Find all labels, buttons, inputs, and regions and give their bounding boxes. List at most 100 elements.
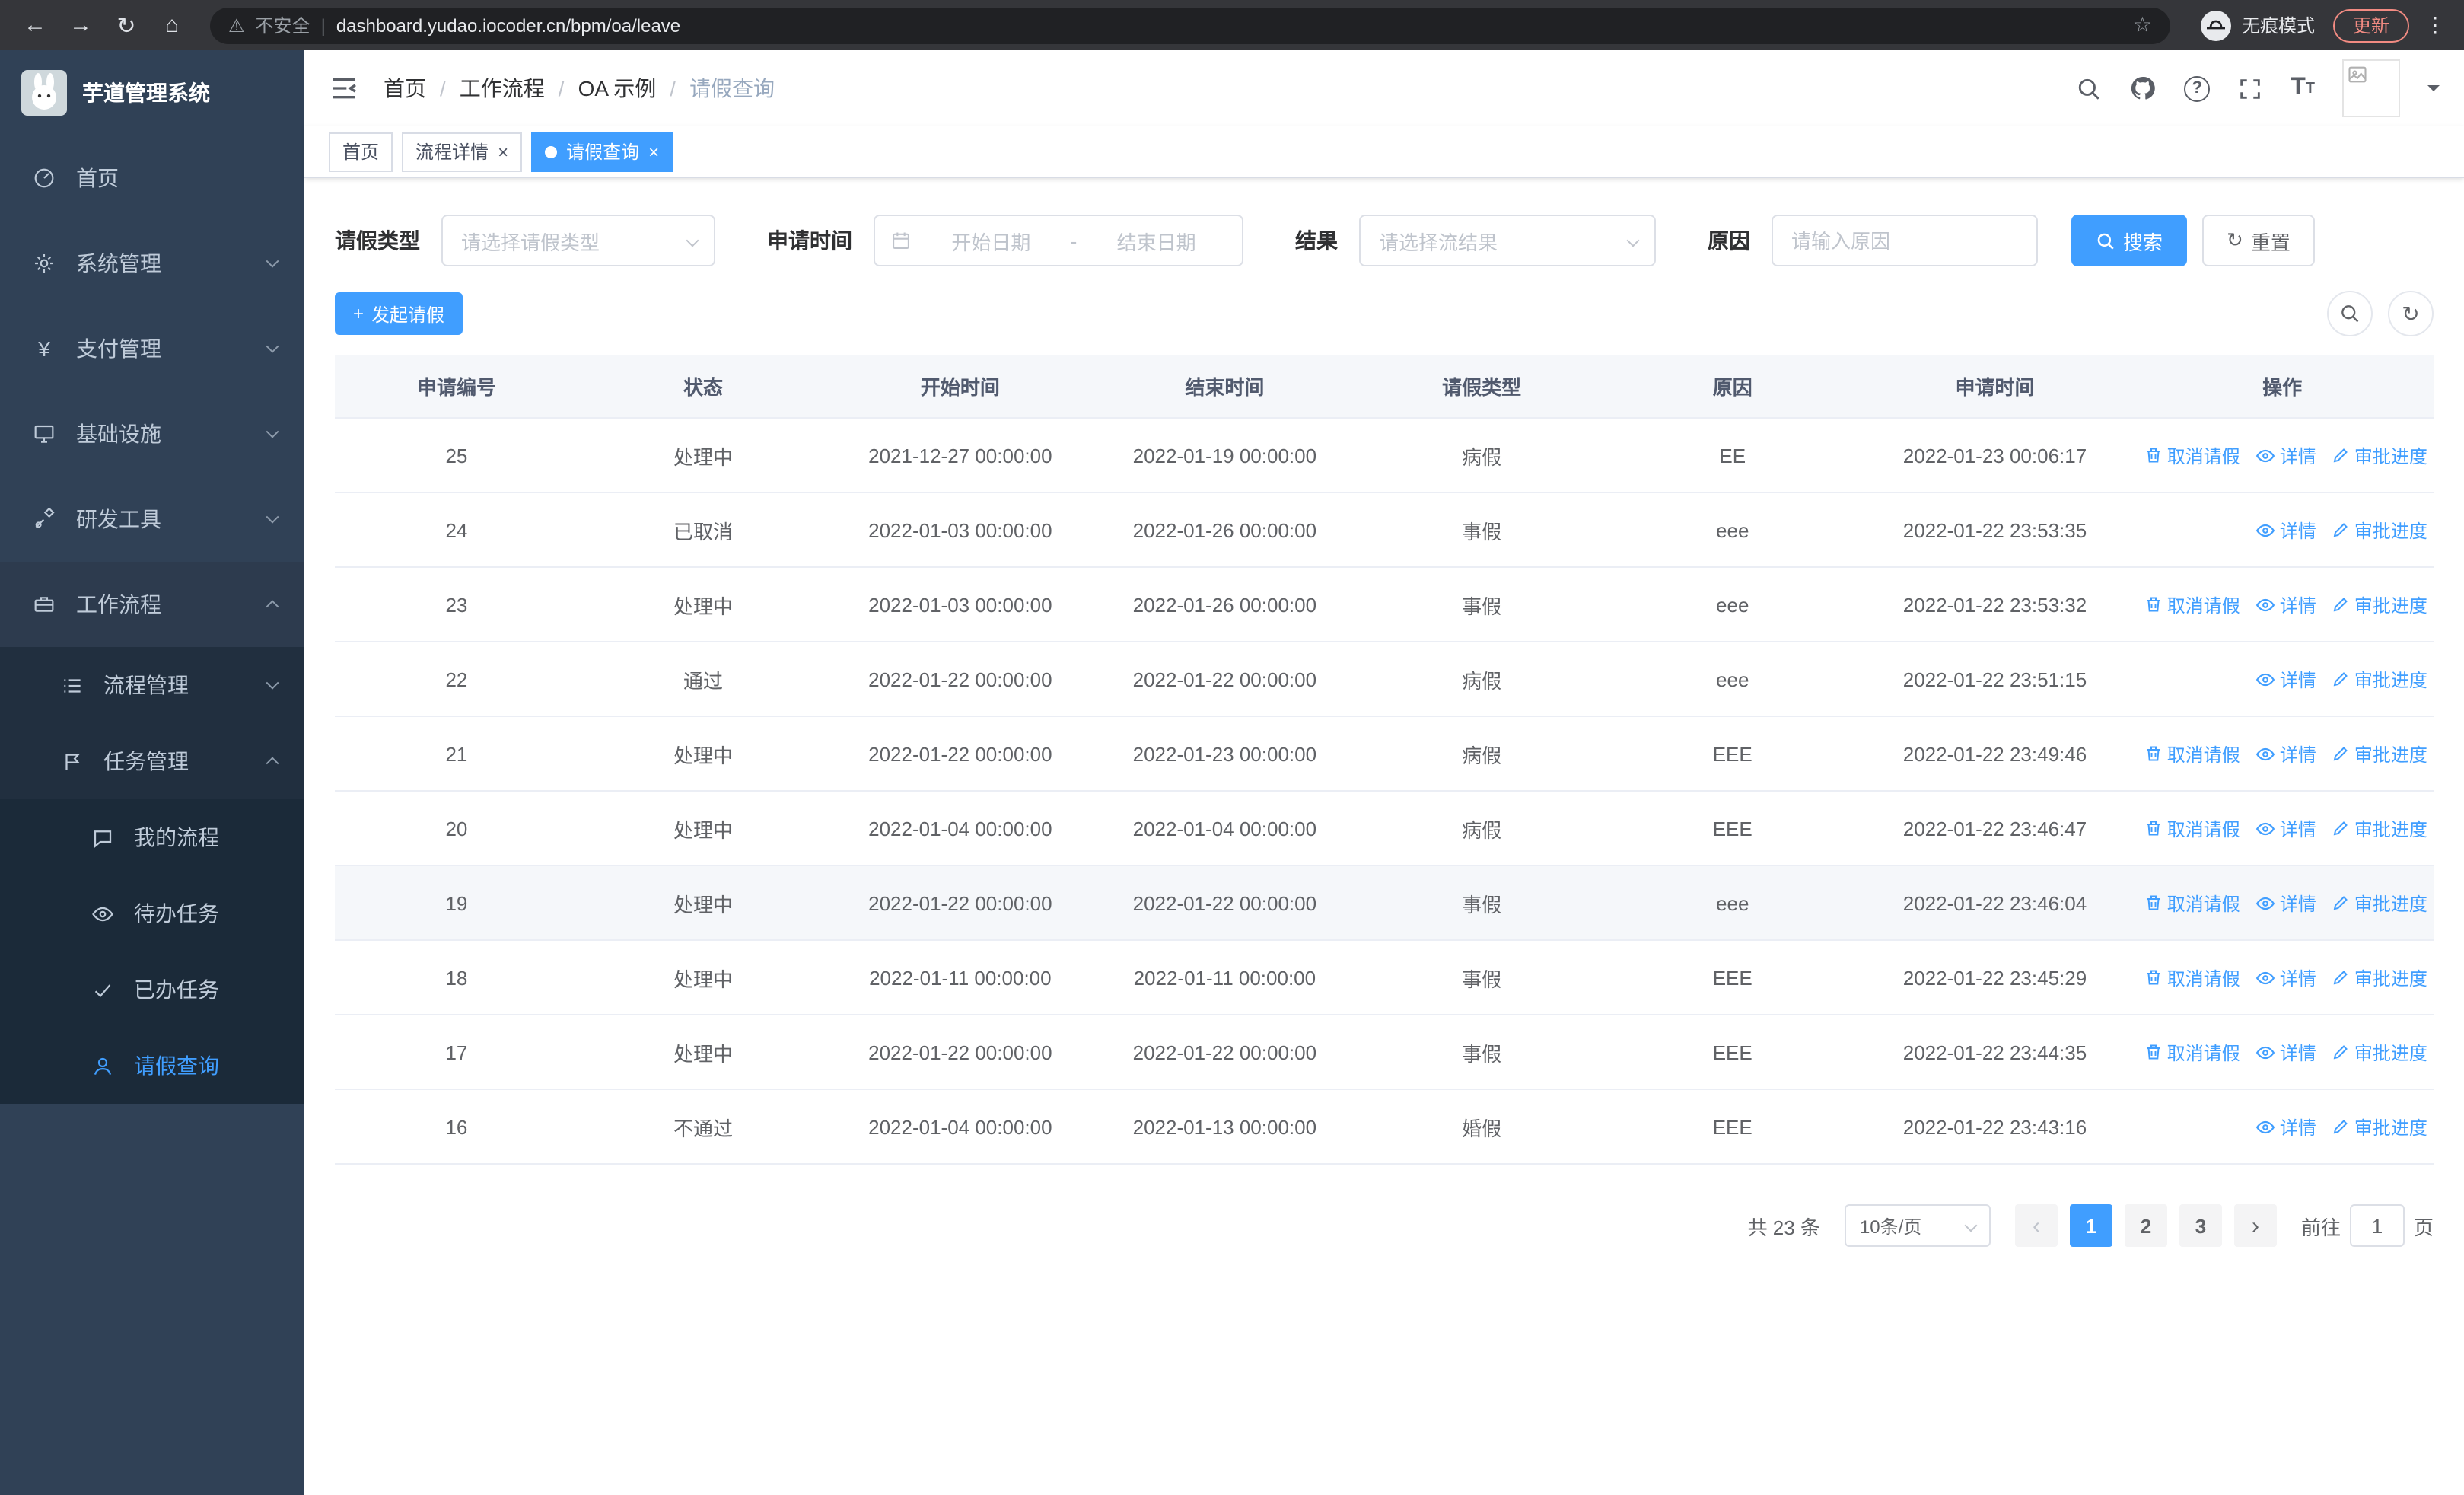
- progress-action-link[interactable]: 审批进度: [2332, 815, 2427, 841]
- result-placeholder: 请选择流结果: [1379, 231, 1498, 253]
- cancel-action-link[interactable]: 取消请假: [2144, 964, 2240, 990]
- progress-action-link[interactable]: 审批进度: [2332, 964, 2427, 990]
- address-bar[interactable]: ⚠ 不安全 | dashboard.yudao.iocoder.cn/bpm/o…: [210, 7, 2170, 43]
- font-size-icon[interactable]: TT: [2291, 75, 2315, 102]
- detail-action-link[interactable]: 详情: [2255, 1039, 2316, 1065]
- detail-action-link[interactable]: 详情: [2255, 591, 2316, 617]
- sidebar-item-leave-query[interactable]: 请假查询: [0, 1028, 304, 1104]
- result-select[interactable]: 请选择流结果: [1359, 215, 1656, 266]
- detail-action-link[interactable]: 详情: [2255, 517, 2316, 543]
- detail-action-link[interactable]: 详情: [2255, 815, 2316, 841]
- chevron-down-icon: [266, 425, 279, 438]
- home-icon[interactable]: ⌂: [152, 5, 192, 45]
- eye-icon: [2255, 971, 2275, 984]
- bookmark-star-icon[interactable]: ☆: [2133, 12, 2152, 38]
- toggle-search-button[interactable]: [2327, 291, 2373, 336]
- page-button-2[interactable]: 2: [2124, 1204, 2167, 1247]
- avatar[interactable]: [2342, 59, 2400, 117]
- goto-page-input[interactable]: [2349, 1204, 2405, 1247]
- tab-leave-query[interactable]: 请假查询 ×: [531, 132, 673, 171]
- cancel-action-link[interactable]: 取消请假: [2144, 741, 2240, 767]
- fullscreen-icon[interactable]: [2237, 75, 2263, 101]
- detail-action-link[interactable]: 详情: [2255, 890, 2316, 916]
- edit-icon: [2333, 1120, 2348, 1134]
- back-icon[interactable]: ←: [15, 5, 55, 45]
- sidebar-item-todo-tasks[interactable]: 待办任务: [0, 875, 304, 952]
- progress-action-link[interactable]: 审批进度: [2332, 741, 2427, 767]
- help-icon[interactable]: ?: [2184, 75, 2211, 101]
- detail-action-link[interactable]: 详情: [2255, 442, 2316, 468]
- github-icon[interactable]: [2129, 75, 2157, 102]
- tab-close-icon[interactable]: ×: [498, 142, 508, 161]
- date-range-picker[interactable]: 开始日期 - 结束日期: [874, 215, 1243, 266]
- cancel-action-link[interactable]: 取消请假: [2144, 442, 2240, 468]
- next-page-button[interactable]: ›: [2233, 1204, 2277, 1247]
- sidebar-item-task-management[interactable]: 任务管理: [0, 723, 304, 799]
- avatar-caret-down-icon[interactable]: [2427, 85, 2440, 97]
- search-icon[interactable]: [2076, 75, 2102, 101]
- sidebar-item-done-tasks[interactable]: 已办任务: [0, 952, 304, 1028]
- sidebar-item-devtools[interactable]: 研发工具: [0, 477, 304, 562]
- eye-icon: [88, 902, 116, 925]
- progress-action-link[interactable]: 审批进度: [2332, 890, 2427, 916]
- page-button-1[interactable]: 1: [2069, 1204, 2112, 1247]
- progress-action-link[interactable]: 审批进度: [2332, 442, 2427, 468]
- detail-action-link[interactable]: 详情: [2255, 964, 2316, 990]
- progress-action-link[interactable]: 审批进度: [2332, 517, 2427, 543]
- page-button-3[interactable]: 3: [2179, 1204, 2222, 1247]
- progress-action-link[interactable]: 审批进度: [2332, 1114, 2427, 1140]
- reset-button[interactable]: ↻ 重置: [2202, 215, 2315, 266]
- cell-reason: eee: [1716, 891, 1749, 914]
- create-leave-button[interactable]: + 发起请假: [335, 292, 463, 335]
- sidebar-item-my-process[interactable]: 我的流程: [0, 799, 304, 875]
- cancel-action-link[interactable]: 取消请假: [2144, 890, 2240, 916]
- sidebar-item-process-management[interactable]: 流程管理: [0, 647, 304, 723]
- start-date-placeholder[interactable]: 开始日期: [921, 226, 1062, 255]
- tab-close-icon[interactable]: ×: [648, 142, 659, 161]
- detail-action-label: 详情: [2279, 1117, 2316, 1138]
- detail-action-label: 详情: [2279, 818, 2316, 840]
- gear-icon: [30, 251, 58, 276]
- reason-input[interactable]: [1772, 215, 2038, 266]
- pagination: 共 23 条 10条/页 ‹ 1 2 3 › 前往 页: [335, 1204, 2434, 1247]
- progress-action-link[interactable]: 审批进度: [2332, 1039, 2427, 1065]
- detail-action-link[interactable]: 详情: [2255, 1114, 2316, 1140]
- progress-action-link[interactable]: 审批进度: [2332, 666, 2427, 692]
- cell-id: 22: [445, 668, 468, 690]
- progress-action-link[interactable]: 审批进度: [2332, 591, 2427, 617]
- prev-page-button[interactable]: ‹: [2014, 1204, 2058, 1247]
- sidebar-item-payment[interactable]: ¥ 支付管理: [0, 306, 304, 391]
- sidebar-item-infrastructure[interactable]: 基础设施: [0, 391, 304, 477]
- sidebar-item-workflow[interactable]: 工作流程: [0, 562, 304, 647]
- detail-action-link[interactable]: 详情: [2255, 741, 2316, 767]
- tab-process-detail[interactable]: 流程详情 ×: [402, 132, 523, 171]
- refresh-table-button[interactable]: ↻: [2388, 291, 2434, 336]
- progress-action-label: 审批进度: [2354, 744, 2427, 765]
- tab-home[interactable]: 首页: [329, 132, 393, 171]
- url-text[interactable]: dashboard.yudao.iocoder.cn/bpm/oa/leave: [336, 14, 680, 36]
- edit-icon: [2333, 448, 2348, 463]
- end-date-placeholder[interactable]: 结束日期: [1086, 226, 1227, 255]
- reload-icon[interactable]: ↻: [107, 5, 146, 45]
- cancel-action-link[interactable]: 取消请假: [2144, 815, 2240, 841]
- cancel-action-link[interactable]: 取消请假: [2144, 1039, 2240, 1065]
- sidebar-item-system[interactable]: 系统管理: [0, 221, 304, 306]
- sidebar-toggle-icon[interactable]: [329, 73, 359, 104]
- browser-menu-icon[interactable]: ⋮: [2421, 12, 2449, 38]
- search-button[interactable]: 搜索: [2071, 215, 2188, 266]
- leave-type-select[interactable]: 请选择请假类型: [441, 215, 715, 266]
- filter-result: 结果 请选择流结果: [1295, 215, 1656, 266]
- filter-leave-type: 请假类型 请选择请假类型: [335, 215, 715, 266]
- breadcrumb-item[interactable]: 首页: [384, 73, 426, 104]
- cancel-action-link[interactable]: 取消请假: [2144, 591, 2240, 617]
- breadcrumb-item[interactable]: 工作流程: [460, 73, 545, 104]
- cell-type: 病假: [1462, 669, 1502, 692]
- sidebar-item-home[interactable]: 首页: [0, 135, 304, 221]
- breadcrumb-item[interactable]: OA 示例: [578, 73, 657, 104]
- update-chip[interactable]: 更新: [2332, 8, 2409, 42]
- page-size-select[interactable]: 10条/页: [1844, 1204, 1991, 1247]
- forward-icon[interactable]: →: [61, 5, 100, 45]
- security-label[interactable]: 不安全: [256, 12, 310, 38]
- create-leave-label: 发起请假: [371, 304, 445, 325]
- detail-action-link[interactable]: 详情: [2255, 666, 2316, 692]
